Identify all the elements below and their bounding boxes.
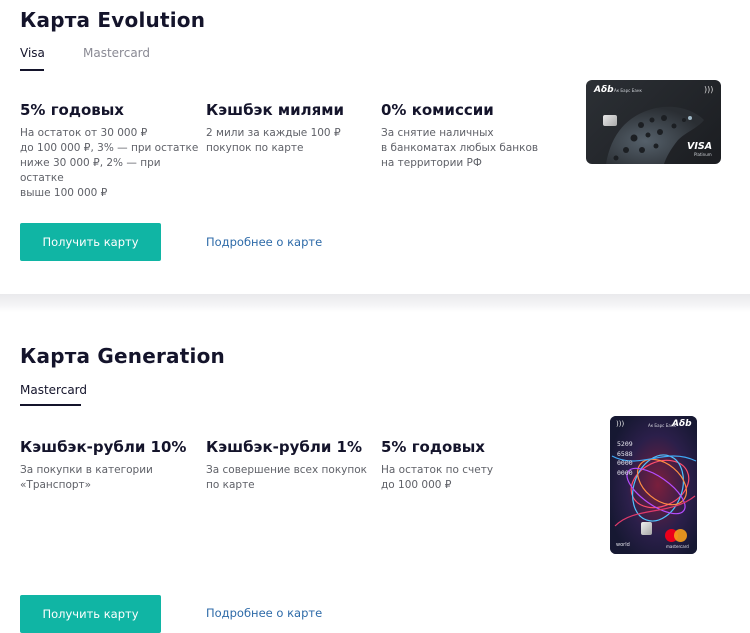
feature-title: Кэшбэк милями xyxy=(206,101,345,119)
generation-card-image[interactable]: ))) Ак Барс Банк Aδb 5209 6588 0000 0000… xyxy=(610,416,697,554)
feature-description: За снятие наличных в банкоматах любых ба… xyxy=(381,127,539,169)
get-card-button[interactable]: Получить карту xyxy=(20,223,161,261)
mastercard-logo-icon xyxy=(665,529,687,542)
bank-logo-text: Ак Барс Банк xyxy=(614,88,642,93)
card-title: Карта Generation xyxy=(20,344,225,368)
visa-logo: VISA xyxy=(687,141,713,152)
card-tier: world xyxy=(616,542,630,548)
feature-description: 2 мили за каждые 100 ₽ покупок по карте xyxy=(206,127,341,154)
feature-description: На остаток по счету до 100 000 ₽ xyxy=(381,464,494,491)
feature-description: За покупки в категории «Транспорт» xyxy=(20,464,153,491)
section-divider xyxy=(0,294,750,312)
card-offer-generation: Карта Generation Mastercard Кэшбэк-рубли… xyxy=(0,312,750,633)
feature-description: За совершение всех покупок по карте xyxy=(206,464,368,491)
feature-title: 5% годовых xyxy=(381,438,485,456)
tab-mastercard[interactable]: Mastercard xyxy=(83,46,150,60)
card-number: 5209 6588 0000 0000 xyxy=(617,440,633,477)
card-offer-evolution: Карта Evolution Visa Mastercard 5% годов… xyxy=(0,0,750,296)
card-title: Карта Evolution xyxy=(20,8,206,32)
bank-logo: Aδb xyxy=(672,419,692,429)
chip-icon xyxy=(641,522,652,535)
feature-description: На остаток от 30 000 ₽ до 100 000 ₽, 3% … xyxy=(20,127,199,199)
feature-title: Кэшбэк-рубли 10% xyxy=(20,438,187,456)
card-tier: Platinum xyxy=(694,152,712,157)
chip-icon xyxy=(603,115,617,126)
bank-logo: Aδb xyxy=(594,85,614,95)
more-about-card-link[interactable]: Подробнее о карте xyxy=(206,235,322,249)
tab-active-underline xyxy=(20,404,81,406)
mastercard-wordmark: mastercard xyxy=(666,544,689,549)
contactless-icon: ))) xyxy=(616,420,625,428)
more-about-card-link[interactable]: Подробнее о карте xyxy=(206,606,322,620)
feature-title: Кэшбэк-рубли 1% xyxy=(206,438,363,456)
evolution-card-image[interactable]: Aδb Ак Барс Банк ))) VISA Platinum xyxy=(586,80,721,164)
tab-mastercard[interactable]: Mastercard xyxy=(20,383,87,397)
tab-visa[interactable]: Visa xyxy=(20,46,45,60)
feature-title: 5% годовых xyxy=(20,101,124,119)
tab-active-underline xyxy=(20,69,44,71)
get-card-button[interactable]: Получить карту xyxy=(20,595,161,633)
contactless-icon: ))) xyxy=(704,85,714,94)
feature-title: 0% комиссии xyxy=(381,101,494,119)
